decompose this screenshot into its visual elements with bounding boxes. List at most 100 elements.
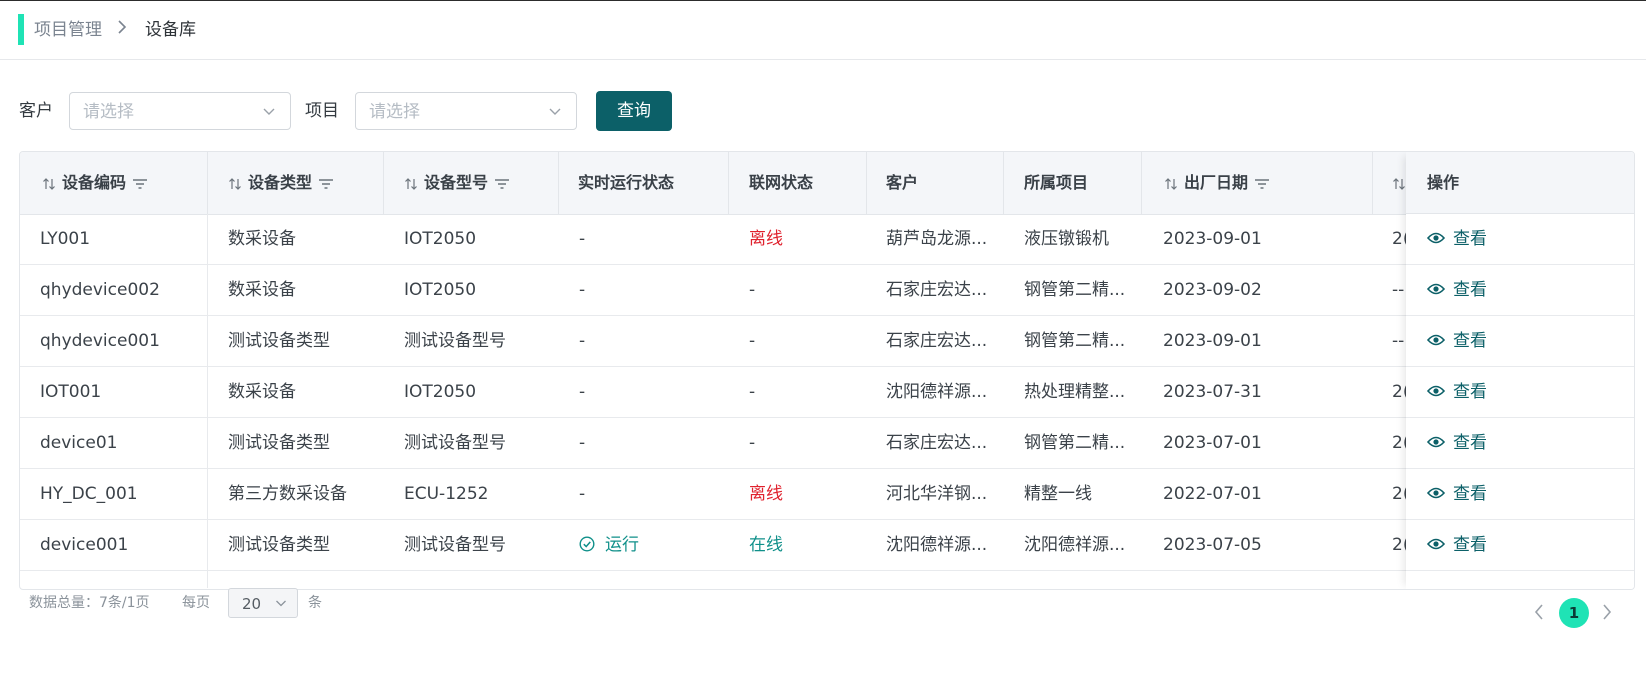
filter-icon[interactable]: [494, 178, 510, 190]
header-device-type[interactable]: 设备类型: [228, 152, 334, 214]
eye-icon: [1426, 232, 1446, 243]
page-1-button[interactable]: 1: [1559, 598, 1589, 628]
header-device-model[interactable]: 设备型号: [404, 152, 510, 214]
column-divider: [558, 152, 559, 214]
chevron-down-icon: [276, 600, 286, 607]
cell-project: 液压镦锻机: [1024, 229, 1109, 249]
cell-project: 热处理精整...: [1024, 382, 1126, 402]
cell-device-type: 测试设备类型: [228, 535, 330, 555]
view-button-label: 查看: [1453, 280, 1487, 300]
view-button[interactable]: 查看: [1426, 316, 1487, 366]
table-row: device01 测试设备类型 测试设备型号 - - 石家庄宏达... 钢管第二…: [20, 418, 1634, 469]
table-row: IOT001 数采设备 IOT2050 - - 沈阳德祥源... 热处理精整..…: [20, 367, 1634, 418]
chevron-down-icon: [263, 108, 275, 115]
cell-customer: 沈阳德祥源...: [886, 535, 988, 555]
cell-project: 沈阳德祥源...: [1024, 535, 1126, 555]
cell-device-model: ECU-1252: [404, 484, 489, 504]
eye-icon: [1426, 385, 1446, 396]
cell-project: 精整一线: [1024, 484, 1092, 504]
cell-net-status: 在线: [749, 535, 783, 555]
row-divider: [1406, 570, 1634, 571]
customer-filter-label: 客户: [19, 101, 53, 121]
cell-device-model: IOT2050: [404, 229, 477, 249]
filter-icon[interactable]: [318, 178, 334, 190]
breadcrumb-parent[interactable]: 项目管理: [34, 19, 102, 41]
cell-device-code: device01: [40, 433, 118, 453]
table-header: 设备编码 设备类型 设备型号 实时运行状态 联网状态 客户 所属项目 出厂日期: [20, 152, 1634, 215]
cell-device-code: device001: [40, 535, 129, 555]
customer-select-placeholder: 请选择: [83, 102, 134, 122]
cell-run-status: -: [579, 484, 586, 504]
cell-factory-date: 2023-07-01: [1163, 433, 1262, 453]
cell-project: 钢管第二精...: [1024, 280, 1126, 300]
header-net-status: 联网状态: [749, 173, 814, 192]
cell-device-model: IOT2050: [404, 280, 477, 300]
view-button[interactable]: 查看: [1426, 367, 1487, 417]
cell-device-code: HY_DC_001: [40, 484, 138, 504]
table-row: device001 测试设备类型 测试设备型号 运行 在线 沈阳德祥源... 沈…: [20, 520, 1634, 571]
prev-page-icon[interactable]: [1533, 603, 1545, 621]
filter-icon[interactable]: [1254, 178, 1270, 190]
query-button[interactable]: 查询: [596, 91, 672, 131]
view-button-label: 查看: [1453, 433, 1487, 453]
header-factory-date[interactable]: 出厂日期: [1164, 152, 1270, 214]
column-divider: [866, 152, 867, 214]
cell-customer: 葫芦岛龙源...: [886, 229, 988, 249]
cell-device-code: LY001: [40, 229, 91, 249]
run-status-label: 运行: [605, 535, 639, 555]
column-divider: [1141, 152, 1142, 214]
breadcrumb-separator-icon: [116, 19, 128, 41]
view-button-label: 查看: [1453, 229, 1487, 249]
view-button[interactable]: 查看: [1426, 418, 1487, 468]
cell-customer: 石家庄宏达...: [886, 433, 988, 453]
cell-run-status: 运行: [579, 520, 639, 570]
sort-icon[interactable]: [404, 176, 418, 192]
column-divider: [207, 152, 208, 214]
cell-net-status: -: [749, 331, 756, 351]
view-button[interactable]: 查看: [1426, 214, 1487, 264]
customer-select[interactable]: 请选择: [69, 92, 291, 130]
page-size-select[interactable]: 20: [228, 588, 298, 618]
cell-factory-date: 2023-07-05: [1163, 535, 1262, 555]
device-table: 设备编码 设备类型 设备型号 实时运行状态 联网状态 客户 所属项目 出厂日期 …: [19, 151, 1635, 590]
cell-device-type: 数采设备: [228, 229, 296, 249]
header-project: 所属项目: [1024, 173, 1089, 192]
header-device-code[interactable]: 设备编码: [42, 152, 148, 214]
cell-net-status: -: [749, 382, 756, 402]
view-button-label: 查看: [1453, 535, 1487, 555]
header-customer: 客户: [886, 173, 919, 192]
cell-factory-date: 2023-07-31: [1163, 382, 1262, 402]
project-select[interactable]: 请选择: [355, 92, 577, 130]
cell-net-status: -: [749, 433, 756, 453]
cell-net-status: -: [749, 280, 756, 300]
header-device-code-label: 设备编码: [62, 173, 127, 192]
view-button[interactable]: 查看: [1426, 469, 1487, 519]
sort-icon[interactable]: [228, 176, 242, 192]
cell-device-code: qhydevice002: [40, 280, 160, 300]
filter-icon[interactable]: [132, 178, 148, 190]
cell-hidden-column: --: [1392, 280, 1405, 300]
view-button[interactable]: 查看: [1426, 265, 1487, 315]
header-run-status: 实时运行状态: [578, 173, 675, 192]
cell-factory-date: 2022-07-01: [1163, 484, 1262, 504]
column-divider: [728, 152, 729, 214]
cell-factory-date: 2023-09-01: [1163, 229, 1262, 249]
cell-factory-date: 2023-09-01: [1163, 331, 1262, 351]
sort-icon[interactable]: [42, 176, 56, 192]
sort-icon[interactable]: [1392, 176, 1406, 192]
sort-icon[interactable]: [1164, 176, 1178, 192]
column-divider: [1003, 152, 1004, 214]
cell-net-status: 离线: [749, 484, 783, 504]
cell-device-model: 测试设备型号: [404, 535, 506, 555]
cell-customer: 河北华洋钢...: [886, 484, 988, 504]
check-circle-icon: [579, 535, 595, 552]
eye-icon: [1426, 283, 1446, 294]
table-row: LY001 数采设备 IOT2050 - 离线 葫芦岛龙源... 液压镦锻机 2…: [20, 214, 1634, 265]
page-size-value: 20: [242, 595, 262, 613]
header-accent-bar: [18, 14, 24, 45]
cell-device-model: 测试设备型号: [404, 331, 506, 351]
next-page-icon[interactable]: [1601, 603, 1613, 621]
view-button[interactable]: 查看: [1426, 520, 1487, 570]
header-actions: 操作: [1406, 152, 1634, 214]
table-row: qhydevice001 测试设备类型 测试设备型号 - - 石家庄宏达... …: [20, 316, 1634, 367]
